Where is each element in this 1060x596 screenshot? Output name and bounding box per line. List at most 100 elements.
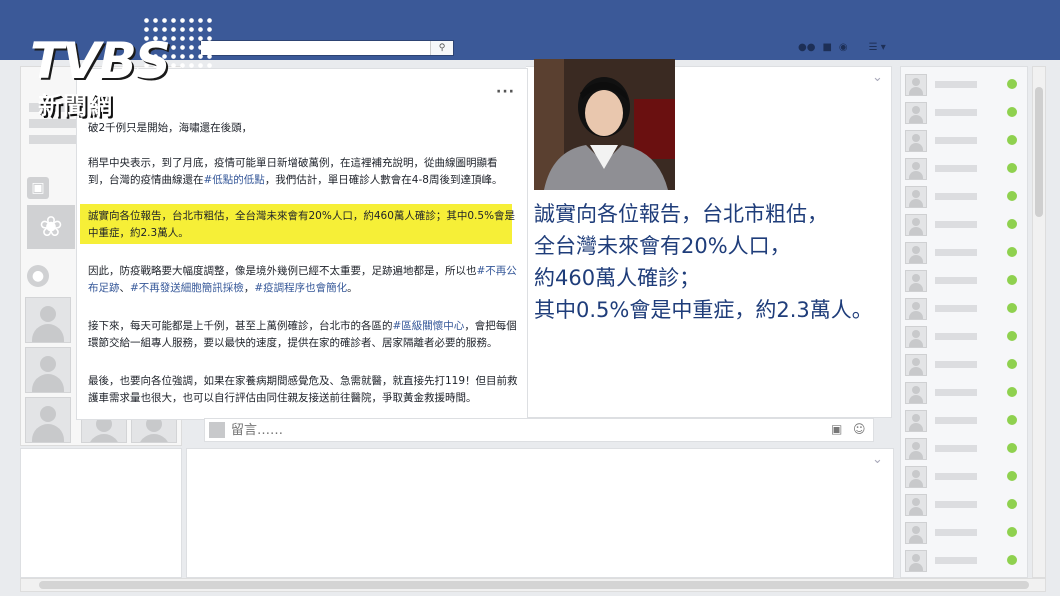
quote-line-2: 全台灣未來會有20%人口， — [534, 234, 791, 258]
online-status-dot — [1007, 387, 1017, 397]
chat-contact[interactable] — [905, 549, 1023, 572]
online-status-dot — [1007, 555, 1017, 565]
vertical-scrollbar[interactable] — [1032, 66, 1046, 578]
avatar — [905, 466, 927, 488]
chat-contact[interactable] — [905, 521, 1023, 544]
avatar — [209, 422, 225, 438]
messages-icon[interactable]: ■ — [822, 42, 831, 53]
post-text: 接下來，每天可能都是上千例，甚至上萬例確診，台北市的各區的 — [88, 320, 393, 332]
skeleton-bar — [935, 193, 977, 200]
avatar — [905, 214, 927, 236]
chat-contact[interactable] — [905, 437, 1023, 460]
online-status-dot — [1007, 415, 1017, 425]
skeleton-bar — [935, 529, 977, 536]
skeleton-bar — [935, 445, 977, 452]
globe-icon[interactable]: ◉ — [839, 42, 848, 53]
post-paragraph-3-highlighted: 誠實向各位報告，台北市粗估，全台灣未來會有20%人口，約460萬人確診；其中0.… — [88, 210, 516, 239]
skeleton-bar — [935, 333, 977, 340]
photo-icon: ▣ — [27, 177, 49, 199]
skeleton-bar — [935, 473, 977, 480]
avatar — [905, 298, 927, 320]
scrollbar-thumb[interactable] — [1035, 87, 1043, 217]
chat-contact[interactable] — [905, 73, 1023, 96]
post-menu-icon[interactable]: ··· — [496, 84, 515, 100]
hashtag-link[interactable]: #區級關懷中心 — [393, 320, 465, 332]
hashtag-link[interactable]: #疫調程序也會簡化 — [254, 282, 347, 294]
avatar — [905, 74, 927, 96]
online-status-dot — [1007, 191, 1017, 201]
search-icon[interactable]: ⚲ — [430, 41, 453, 55]
online-status-dot — [1007, 303, 1017, 313]
skeleton-bar — [935, 417, 977, 424]
chat-contact[interactable] — [905, 297, 1023, 320]
skeleton-bar — [935, 109, 977, 116]
friends-icon[interactable]: ●● — [798, 42, 815, 53]
avatar — [905, 270, 927, 292]
online-status-dot — [1007, 135, 1017, 145]
chat-contact[interactable] — [905, 465, 1023, 488]
quote-line-1: 誠實向各位報告，台北市粗估， — [534, 202, 828, 226]
quote-line-4: 其中0.5%會是中重症，約2.3萬人。 — [534, 298, 873, 322]
chat-contact[interactable] — [905, 213, 1023, 236]
skeleton-bar — [935, 361, 977, 368]
avatar — [905, 186, 927, 208]
chat-contact[interactable] — [905, 409, 1023, 432]
skeleton-bar — [935, 249, 977, 256]
bottom-main-panel — [186, 448, 894, 578]
chevron-down-icon[interactable]: ⌄ — [872, 452, 883, 467]
search-box[interactable]: ⚲ — [200, 40, 454, 56]
hashtag-link[interactable]: #低點的低點 — [204, 174, 265, 186]
online-status-dot — [1007, 247, 1017, 257]
avatar — [905, 326, 927, 348]
chat-contact[interactable] — [905, 129, 1023, 152]
skeleton-bar — [935, 389, 977, 396]
skeleton-bar — [935, 221, 977, 228]
avatar — [905, 382, 927, 404]
avatar — [905, 242, 927, 264]
camera-icon[interactable]: ▣ — [831, 422, 842, 436]
avatar — [25, 297, 71, 343]
chat-contact[interactable] — [905, 185, 1023, 208]
chat-contact[interactable] — [905, 269, 1023, 292]
horizontal-scrollbar[interactable] — [20, 578, 1046, 592]
chat-sidebar — [900, 66, 1028, 578]
logo-subtitle: 新聞網 — [38, 92, 113, 120]
speaker-photo — [534, 59, 675, 190]
online-status-dot — [1007, 527, 1017, 537]
chat-contact[interactable] — [905, 325, 1023, 348]
person-portrait — [534, 59, 675, 190]
post-paragraph-5: 接下來，每天可能都是上千例，甚至上萬例確診，台北市的各區的#區級關懷中心，會把每… — [88, 318, 518, 352]
chat-contact[interactable] — [905, 493, 1023, 516]
hashtag-link[interactable]: #不再發送細胞簡訊採檢 — [130, 282, 244, 294]
skeleton-bar — [935, 305, 977, 312]
emoji-icon[interactable]: ☺ — [853, 422, 866, 436]
online-status-dot — [1007, 331, 1017, 341]
chat-contact[interactable] — [905, 381, 1023, 404]
post-paragraph-4: 因此，防疫戰略要大幅度調整，像是境外幾例已經不太重要，足跡遍地都是，所以也 #不再… — [88, 263, 518, 297]
logo-text: TVBS — [30, 32, 171, 90]
top-icons: ●● ■ ◉ ☰ ▾ — [798, 40, 886, 54]
chat-contact[interactable] — [905, 157, 1023, 180]
online-status-dot — [1007, 219, 1017, 229]
online-status-dot — [1007, 471, 1017, 481]
skeleton-bar — [935, 557, 977, 564]
chat-contact[interactable] — [905, 353, 1023, 376]
skeleton-bar — [935, 137, 977, 144]
avatar — [905, 158, 927, 180]
quote-text: 誠實向各位報告，台北市粗估， 全台灣未來會有20%人口， 約460萬人確診； 其… — [534, 198, 894, 326]
chat-contact[interactable] — [905, 241, 1023, 264]
account-menu-icon[interactable]: ☰ ▾ — [869, 42, 886, 53]
avatar — [905, 410, 927, 432]
group-icon: ● — [27, 265, 49, 287]
online-status-dot — [1007, 107, 1017, 117]
online-status-dot — [1007, 443, 1017, 453]
post-paragraph-1: 破2千例只是開始，海嘯還在後頭， — [88, 122, 253, 134]
post-paragraph-6: 最後，也要向各位強調，如果在家養病期間感覺危及、急需就醫，就直接先打119！但目… — [88, 375, 518, 404]
chat-contact[interactable] — [905, 101, 1023, 124]
chevron-down-icon[interactable]: ⌄ — [872, 70, 883, 85]
online-status-dot — [1007, 499, 1017, 509]
post-text: ， — [243, 282, 255, 294]
scrollbar-thumb[interactable] — [39, 581, 1029, 589]
skeleton-bar — [935, 501, 977, 508]
comment-input[interactable] — [231, 421, 821, 439]
